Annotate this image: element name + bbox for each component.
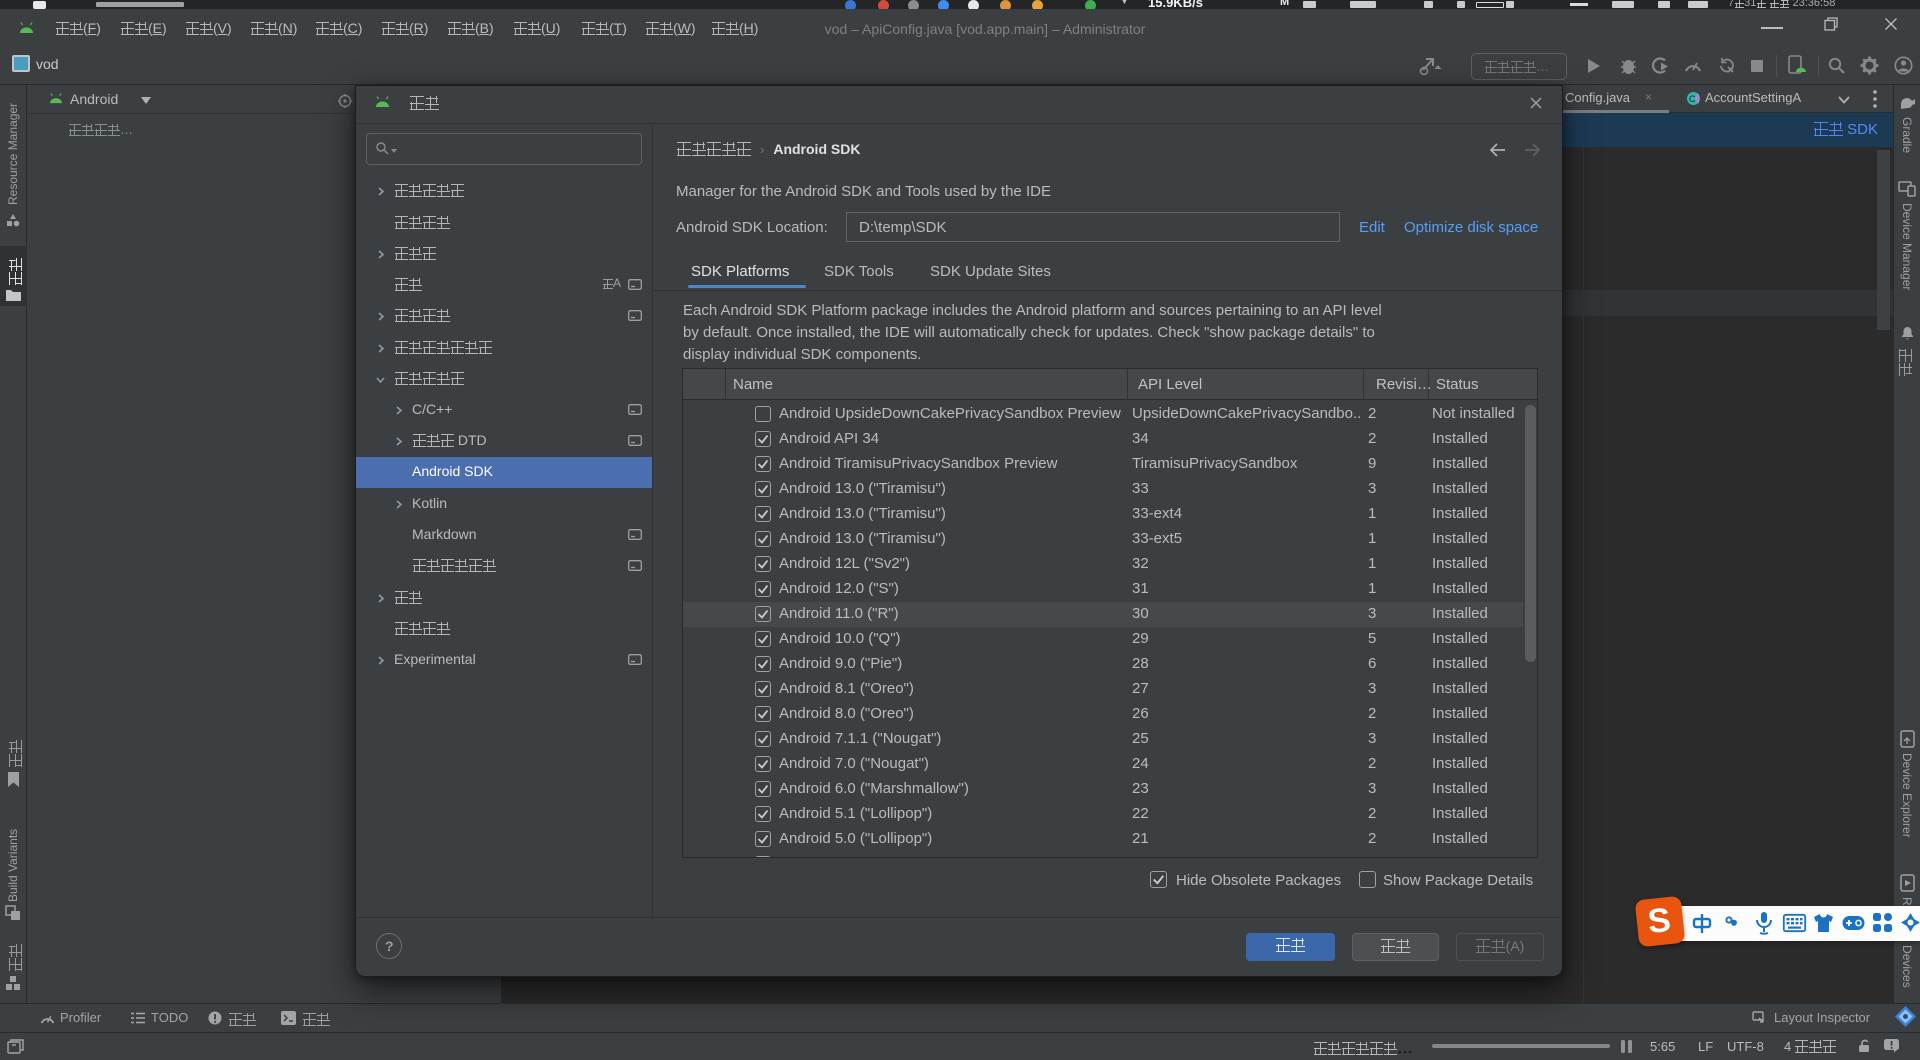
svg-text:C: C [1689, 94, 1696, 104]
